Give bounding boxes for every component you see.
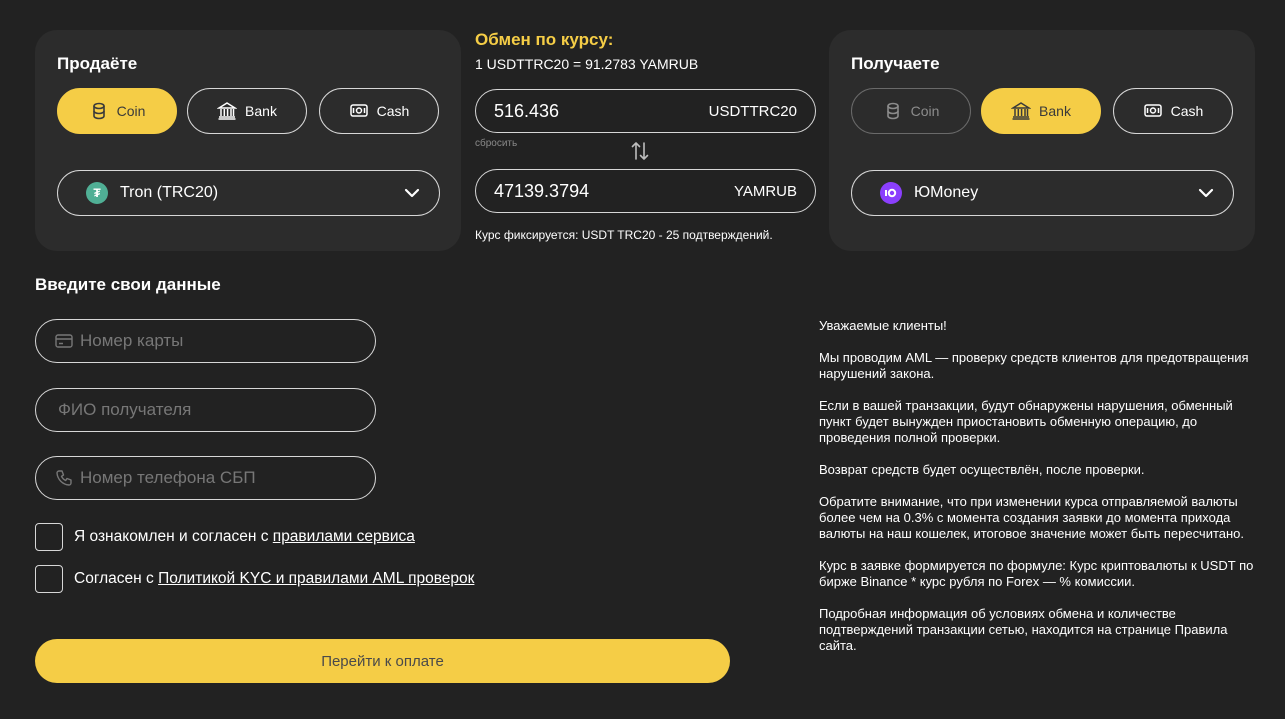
- agree-kyc-text: Согласен с: [74, 570, 154, 587]
- receive-card: Получаете Coin Bank Cash ЮMoney: [829, 30, 1255, 251]
- get-amount-value: 47139.3794: [494, 180, 590, 201]
- sell-currency-select[interactable]: ₮ Tron (TRC20): [57, 170, 440, 216]
- receive-bank-button[interactable]: Bank: [981, 88, 1101, 134]
- cash-icon: [1143, 104, 1162, 117]
- give-amount-value: 516.436: [494, 100, 560, 121]
- receive-cash-button[interactable]: Cash: [1113, 88, 1233, 134]
- bank-icon: [1011, 102, 1032, 120]
- tether-icon: ₮: [86, 182, 108, 204]
- pay-button[interactable]: Перейти к оплате: [35, 639, 730, 683]
- info-paragraph: Если в вашей транзакции, будут обнаружен…: [819, 398, 1233, 445]
- cash-icon: [349, 104, 368, 117]
- form-title: Введите свои данные: [35, 275, 221, 294]
- sell-cash-button[interactable]: Cash: [319, 88, 439, 134]
- give-amount-input[interactable]: 516.436 USDTTRC20: [475, 89, 816, 133]
- card-icon: [55, 334, 73, 348]
- swap-icon[interactable]: [629, 140, 651, 162]
- sell-card: Продаёте Coin Bank Cash ₮ Tron (TRC20): [35, 30, 461, 251]
- agree-kyc-row: Согласен с Политикой KYC и правилами AML…: [35, 565, 474, 593]
- recipient-name-input[interactable]: [58, 400, 375, 420]
- info-paragraph: Мы проводим AML — проверку средств клиен…: [819, 350, 1249, 381]
- rate-fix-note: Курс фиксируется: USDT TRC20 - 25 подтве…: [475, 228, 773, 242]
- sell-cash-label: Cash: [376, 103, 410, 119]
- card-number-input[interactable]: [80, 331, 375, 351]
- agree-kyc-checkbox[interactable]: [35, 565, 63, 593]
- info-panel: Уважаемые клиенты! Мы проводим AML — про…: [819, 318, 1259, 670]
- get-amount-input[interactable]: 47139.3794 YAMRUB: [475, 169, 816, 213]
- rules-link[interactable]: правилами сервиса: [273, 528, 415, 546]
- info-paragraph: Курс в заявке формируется по формуле: Ку…: [819, 558, 1254, 589]
- exchange-panel: Обмен по курсу: 1 USDTTRC20 = 91.2783 YA…: [475, 30, 816, 242]
- exchange-page: Продаёте Coin Bank Cash ₮ Tron (TRC20) О…: [0, 0, 1285, 719]
- receive-title: Получаете: [851, 54, 940, 73]
- sell-currency-label: Tron (TRC20): [120, 184, 219, 201]
- sell-coin-button[interactable]: Coin: [57, 88, 177, 134]
- rate-value: 1 USDTTRC20 = 91.2783 YAMRUB: [475, 56, 699, 72]
- chevron-down-icon: [404, 188, 420, 198]
- phone-input[interactable]: [80, 468, 375, 488]
- chevron-down-icon: [1198, 188, 1214, 198]
- phone-icon: [56, 470, 72, 486]
- sell-bank-label: Bank: [245, 103, 277, 119]
- give-currency-code: USDTTRC20: [708, 102, 797, 120]
- receive-currency-label: ЮMoney: [914, 184, 979, 201]
- agree-rules-checkbox[interactable]: [35, 523, 63, 551]
- bank-icon: [217, 102, 238, 120]
- info-paragraph: Уважаемые клиенты!: [819, 318, 947, 333]
- receive-coin-button[interactable]: Coin: [851, 88, 971, 134]
- get-currency-code: YAMRUB: [733, 182, 797, 200]
- sell-bank-button[interactable]: Bank: [187, 88, 307, 134]
- yoomoney-icon: [880, 182, 902, 204]
- sell-coin-label: Coin: [116, 103, 146, 119]
- info-paragraph: Обратите внимание, что при изменении кур…: [819, 494, 1245, 541]
- receive-cash-label: Cash: [1170, 103, 1204, 119]
- agree-rules-text: Я ознакомлен и согласен с: [74, 528, 269, 545]
- coin-icon: [886, 102, 899, 120]
- rate-title: Обмен по курсу:: [475, 30, 614, 49]
- sell-title: Продаёте: [57, 54, 138, 73]
- phone-field[interactable]: [35, 456, 376, 500]
- receive-currency-select[interactable]: ЮMoney: [851, 170, 1234, 216]
- reset-link[interactable]: сбросить: [475, 138, 517, 149]
- kyc-aml-link[interactable]: Политикой KYC и правилами AML проверок: [158, 570, 474, 588]
- card-number-field[interactable]: [35, 319, 376, 363]
- receive-coin-label: Coin: [910, 103, 940, 119]
- receive-bank-label: Bank: [1039, 103, 1071, 119]
- info-paragraph: Подробная информация об условиях обмена …: [819, 606, 1228, 653]
- recipient-name-field[interactable]: [35, 388, 376, 432]
- coin-icon: [92, 102, 105, 120]
- info-paragraph: Возврат средств будет осуществлён, после…: [819, 462, 1145, 477]
- agree-rules-row: Я ознакомлен и согласен с правилами серв…: [35, 523, 415, 551]
